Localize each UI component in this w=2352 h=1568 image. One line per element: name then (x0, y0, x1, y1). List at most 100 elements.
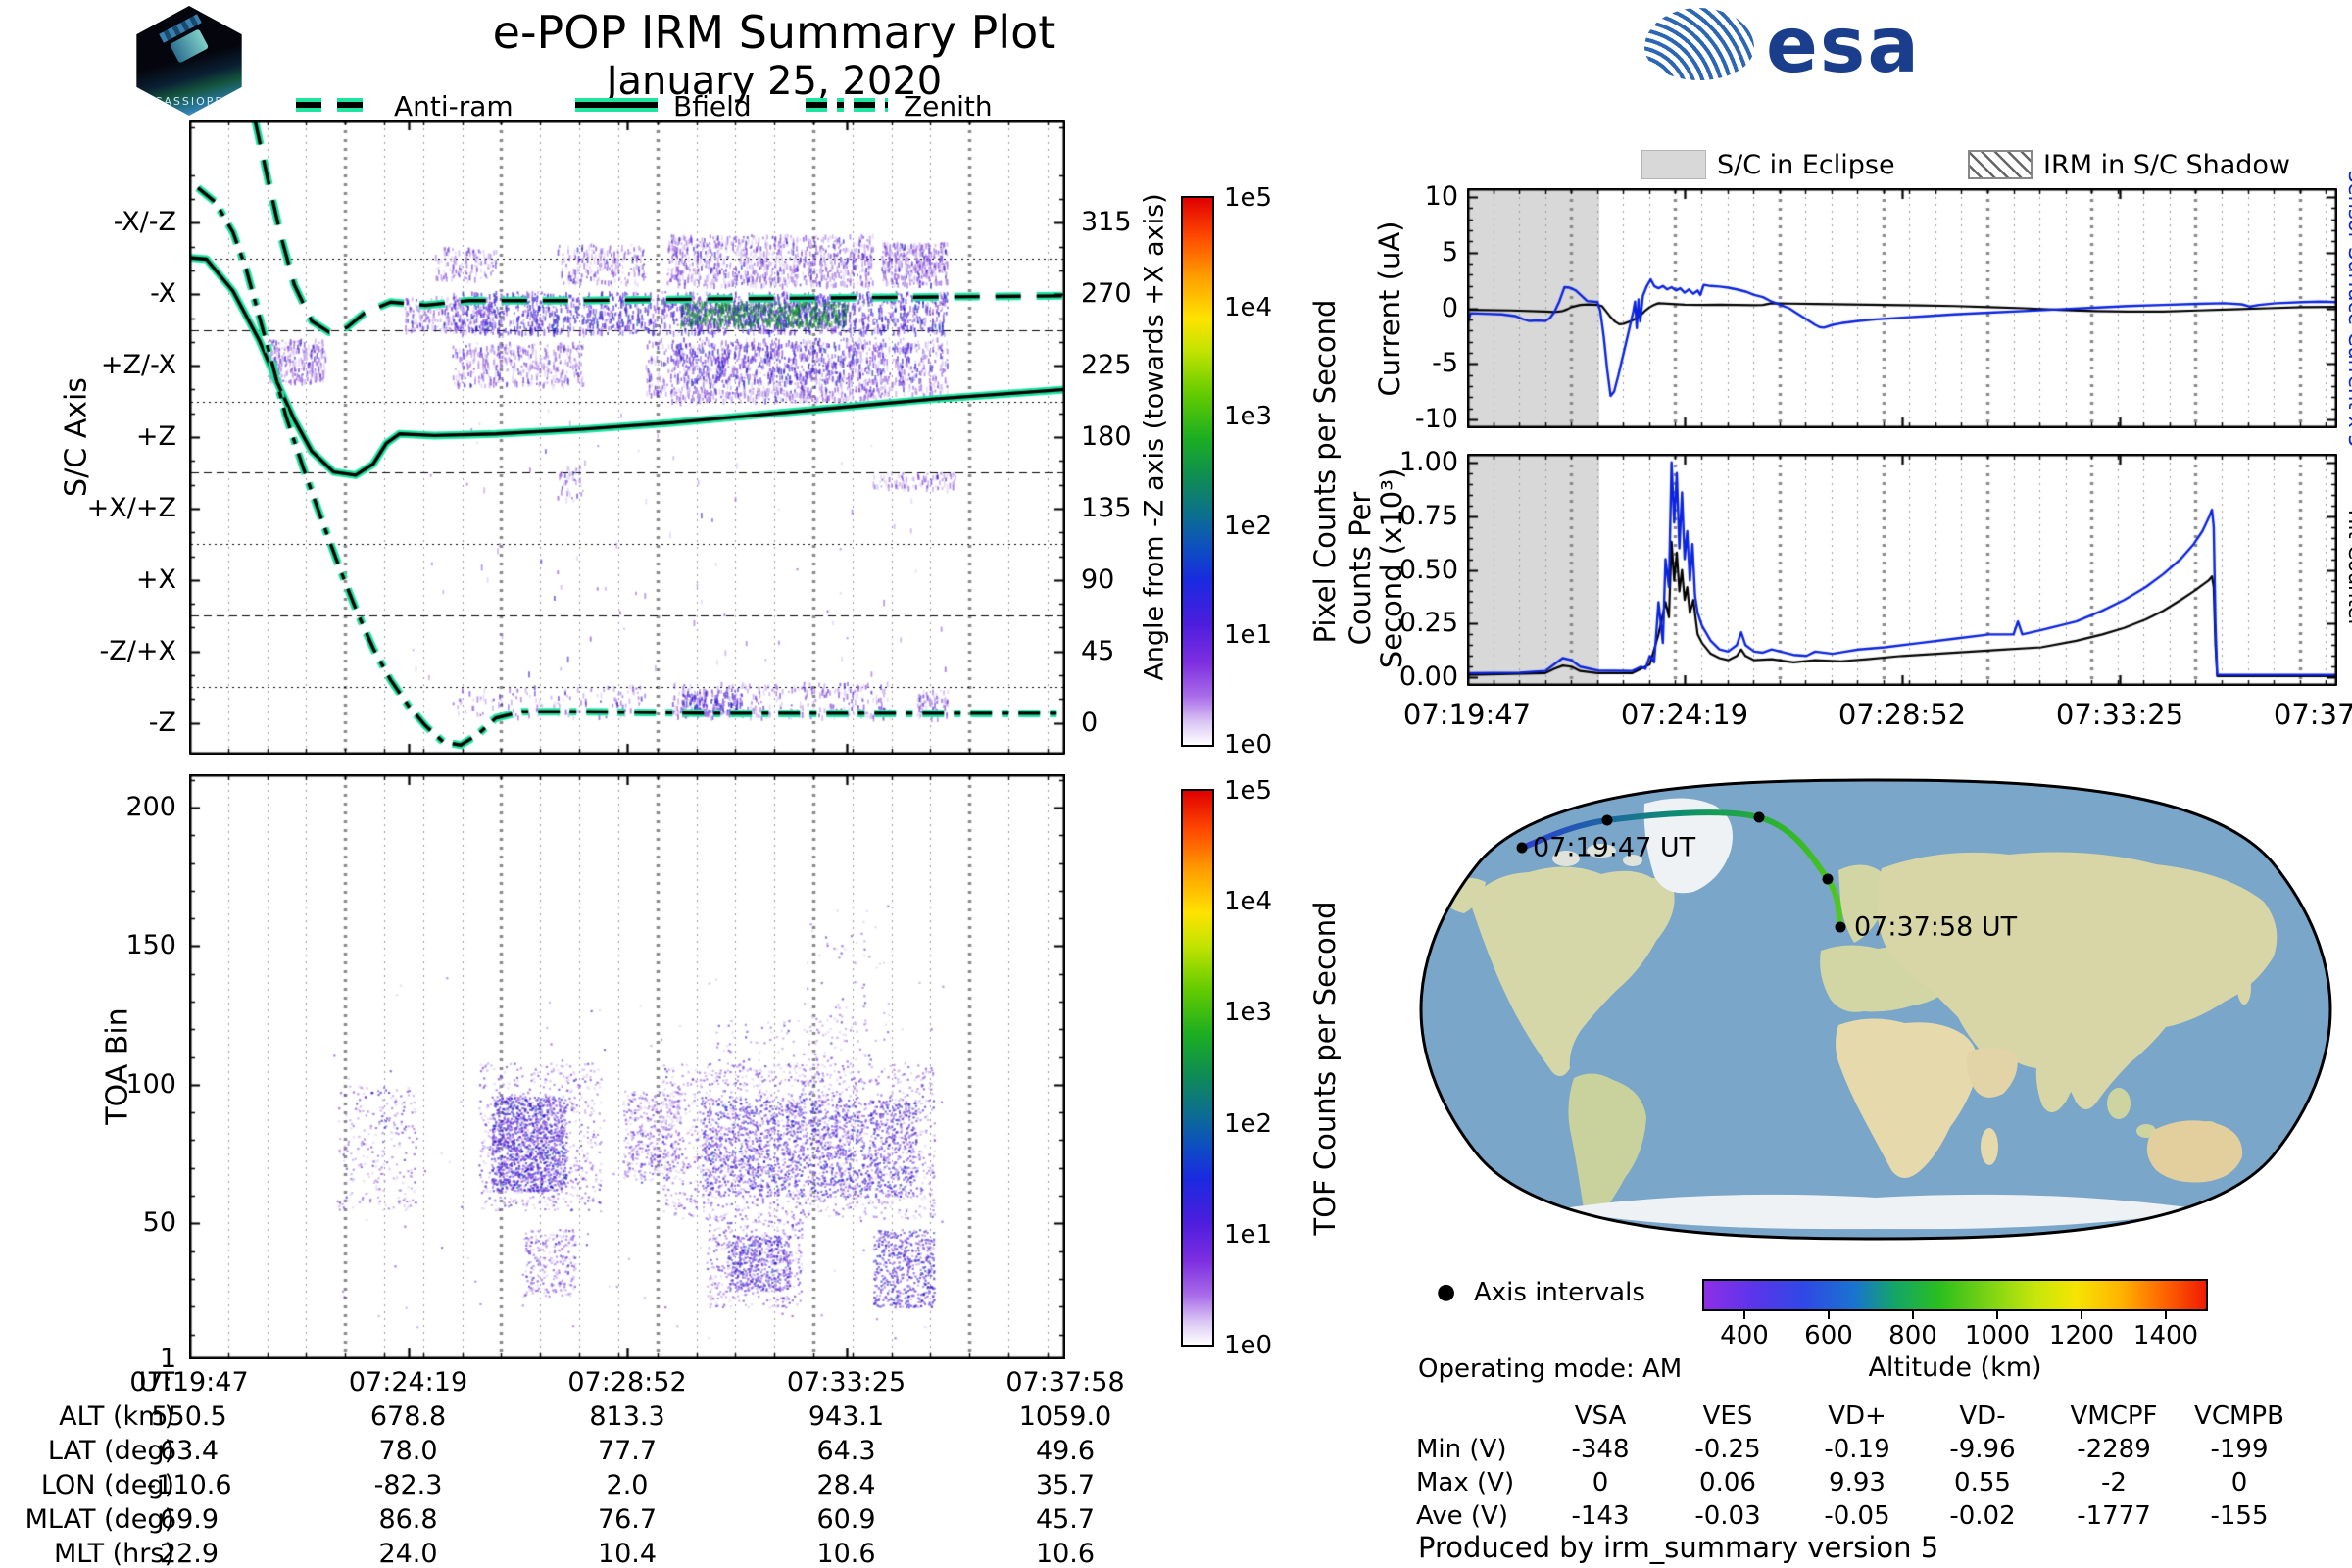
toa-ytick: 100 (125, 1068, 176, 1100)
sensor-current-x5-label: Sensor Surface Current x 5 (2344, 170, 2352, 448)
ground-track-map: 07:19:47 UT 07:37:58 UT (1409, 776, 2342, 1243)
tof-counts-colorbar (1181, 789, 1214, 1347)
voltage-cell: 0 (2230, 1468, 2248, 1497)
ephemeris-cell: 07:33:25 (786, 1367, 906, 1397)
legend-zenith-label: Zenith (904, 90, 993, 122)
ephemeris-cell: 10.6 (816, 1539, 876, 1568)
voltage-column-header: VD- (1959, 1401, 2006, 1431)
angle-axis-tick: 135 (1081, 492, 1132, 523)
voltage-cell: -348 (1571, 1435, 1630, 1464)
zenith-line-sample-icon (806, 98, 888, 112)
voltage-cell: -0.02 (1949, 1501, 2016, 1531)
angle-axis-tick: 180 (1081, 421, 1132, 452)
ephemeris-cell: 10.6 (1035, 1539, 1096, 1568)
tof-cb-tick: 1e5 (1224, 776, 1273, 806)
operating-mode-label: Operating mode: AM (1418, 1354, 1683, 1384)
voltage-cell: -0.03 (1694, 1501, 1761, 1531)
hit-counter-label: Hit Counter (2344, 509, 2352, 628)
shadow-hatch-swatch-icon (1968, 150, 2033, 179)
counts-plot-canvas (1467, 454, 2337, 686)
tof-cb-tick: 1e1 (1224, 1219, 1273, 1250)
angle-axis-tick: 90 (1081, 564, 1115, 595)
altitude-colorbar (1702, 1279, 2208, 1311)
axis-interval-dot (1601, 814, 1613, 826)
voltage-cell: -1777 (2077, 1501, 2151, 1531)
pixel-cb-tick: 1e4 (1224, 292, 1273, 322)
ytick: 1.00 (1398, 446, 1458, 477)
ytick: 10 (1424, 181, 1458, 213)
angle-axis-label: Angle from -Z axis (towards +X axis) (1139, 193, 1170, 681)
voltage-cell: -0.25 (1694, 1435, 1761, 1464)
sc-axis-ytick: +X (135, 564, 176, 595)
altitude-tick: 600 (1804, 1321, 1853, 1350)
esa-globe-icon (1644, 8, 1754, 80)
altitude-tickmark (1912, 1311, 1914, 1319)
voltage-cell: -143 (1571, 1501, 1630, 1531)
ephemeris-cell: 60.9 (816, 1504, 876, 1535)
voltage-column-header: VSA (1574, 1401, 1627, 1431)
altitude-tick: 400 (1720, 1321, 1769, 1350)
sc-axis-ytick: -Z (148, 707, 176, 738)
ytick: 0.00 (1398, 662, 1458, 693)
toa-ytick: 150 (125, 930, 176, 961)
voltage-cell: 9.93 (1829, 1468, 1886, 1497)
ephemeris-cell: 10.4 (597, 1539, 658, 1568)
voltage-column-header: VD+ (1828, 1401, 1886, 1431)
voltage-cell: -0.19 (1824, 1435, 1890, 1464)
counts-xtick: 07:19:47 (1402, 698, 1532, 731)
current-plot-canvas (1467, 188, 2337, 428)
ytick: 0.25 (1398, 608, 1458, 639)
toa-ytick: 200 (125, 791, 176, 822)
altitude-tickmark (1743, 1311, 1745, 1319)
angle-axis-tick: 270 (1081, 278, 1132, 310)
altitude-tickmark (2081, 1311, 2082, 1319)
bfield-line-sample-icon (575, 98, 658, 112)
angle-axis-tick: 0 (1081, 707, 1099, 738)
ephemeris-cell: -110.6 (146, 1470, 232, 1500)
axis-intervals-label: Axis intervals (1474, 1278, 1645, 1307)
ephemeris-cell: 07:37:58 (1005, 1367, 1125, 1397)
voltage-row-label: Ave (V) (1416, 1501, 1508, 1531)
ephemeris-row-label: MLT (hrs) (53, 1539, 174, 1568)
tof-cb-tick: 1e3 (1224, 998, 1273, 1028)
ephemeris-cell: 1059.0 (1018, 1401, 1112, 1432)
ephemeris-cell: 07:24:19 (348, 1367, 468, 1397)
altitude-tickmark (2165, 1311, 2167, 1319)
voltage-column-header: VCMPB (2194, 1401, 2284, 1431)
ephemeris-cell: 63.4 (159, 1436, 220, 1466)
ephemeris-cell: 678.8 (369, 1401, 447, 1432)
sc-axis-ytick: -X (150, 278, 176, 310)
tof-colorbar-label: TOF Counts per Second (1308, 901, 1342, 1236)
voltage-row-label: Max (V) (1416, 1468, 1515, 1497)
page-title: e-POP IRM Summary Plot (492, 6, 1056, 59)
antiram-line-sample-icon (296, 98, 378, 112)
voltage-column-header: VES (1702, 1401, 1753, 1431)
ephemeris-row-label: MLAT (deg) (24, 1504, 174, 1535)
ephemeris-cell: 49.6 (1035, 1436, 1096, 1466)
ytick: 0.75 (1398, 500, 1458, 531)
voltage-row-label: Min (V) (1416, 1435, 1507, 1464)
toa-ylabel: TOA Bin (100, 1007, 135, 1125)
sc-axis-ytick: +Z (135, 421, 176, 452)
voltage-cell: -0.05 (1824, 1501, 1890, 1531)
ephemeris-cell: 35.7 (1035, 1470, 1096, 1500)
counts-xtick: 07:33:25 (2055, 698, 2184, 731)
ephemeris-cell: 86.8 (378, 1504, 438, 1535)
counts-xtick: 07:24:19 (1620, 698, 1749, 731)
axis-interval-dot (1835, 921, 1846, 933)
produced-by-label: Produced by irm_summary version 5 (1418, 1531, 1939, 1564)
pixel-cb-tick: 1e3 (1224, 402, 1273, 432)
ephemeris-cell: 813.3 (589, 1401, 665, 1432)
axis-interval-dot (1822, 873, 1834, 885)
angle-axis-tick: 225 (1081, 350, 1132, 381)
voltage-cell: -155 (2210, 1501, 2269, 1531)
sc-axis-spectrogram-canvas (189, 120, 1065, 755)
voltage-cell: -199 (2210, 1435, 2269, 1464)
legend-antiram-label: Anti-ram (394, 90, 514, 122)
ephemeris-cell: 943.1 (808, 1401, 885, 1432)
pixel-cb-tick: 1e0 (1224, 730, 1273, 760)
ephemeris-cell: 69.9 (159, 1504, 220, 1535)
tof-cb-tick: 1e0 (1224, 1331, 1273, 1360)
pixel-colorbar-label: Pixel Counts per Second (1308, 299, 1342, 644)
angle-axis-tick: 315 (1081, 207, 1132, 238)
